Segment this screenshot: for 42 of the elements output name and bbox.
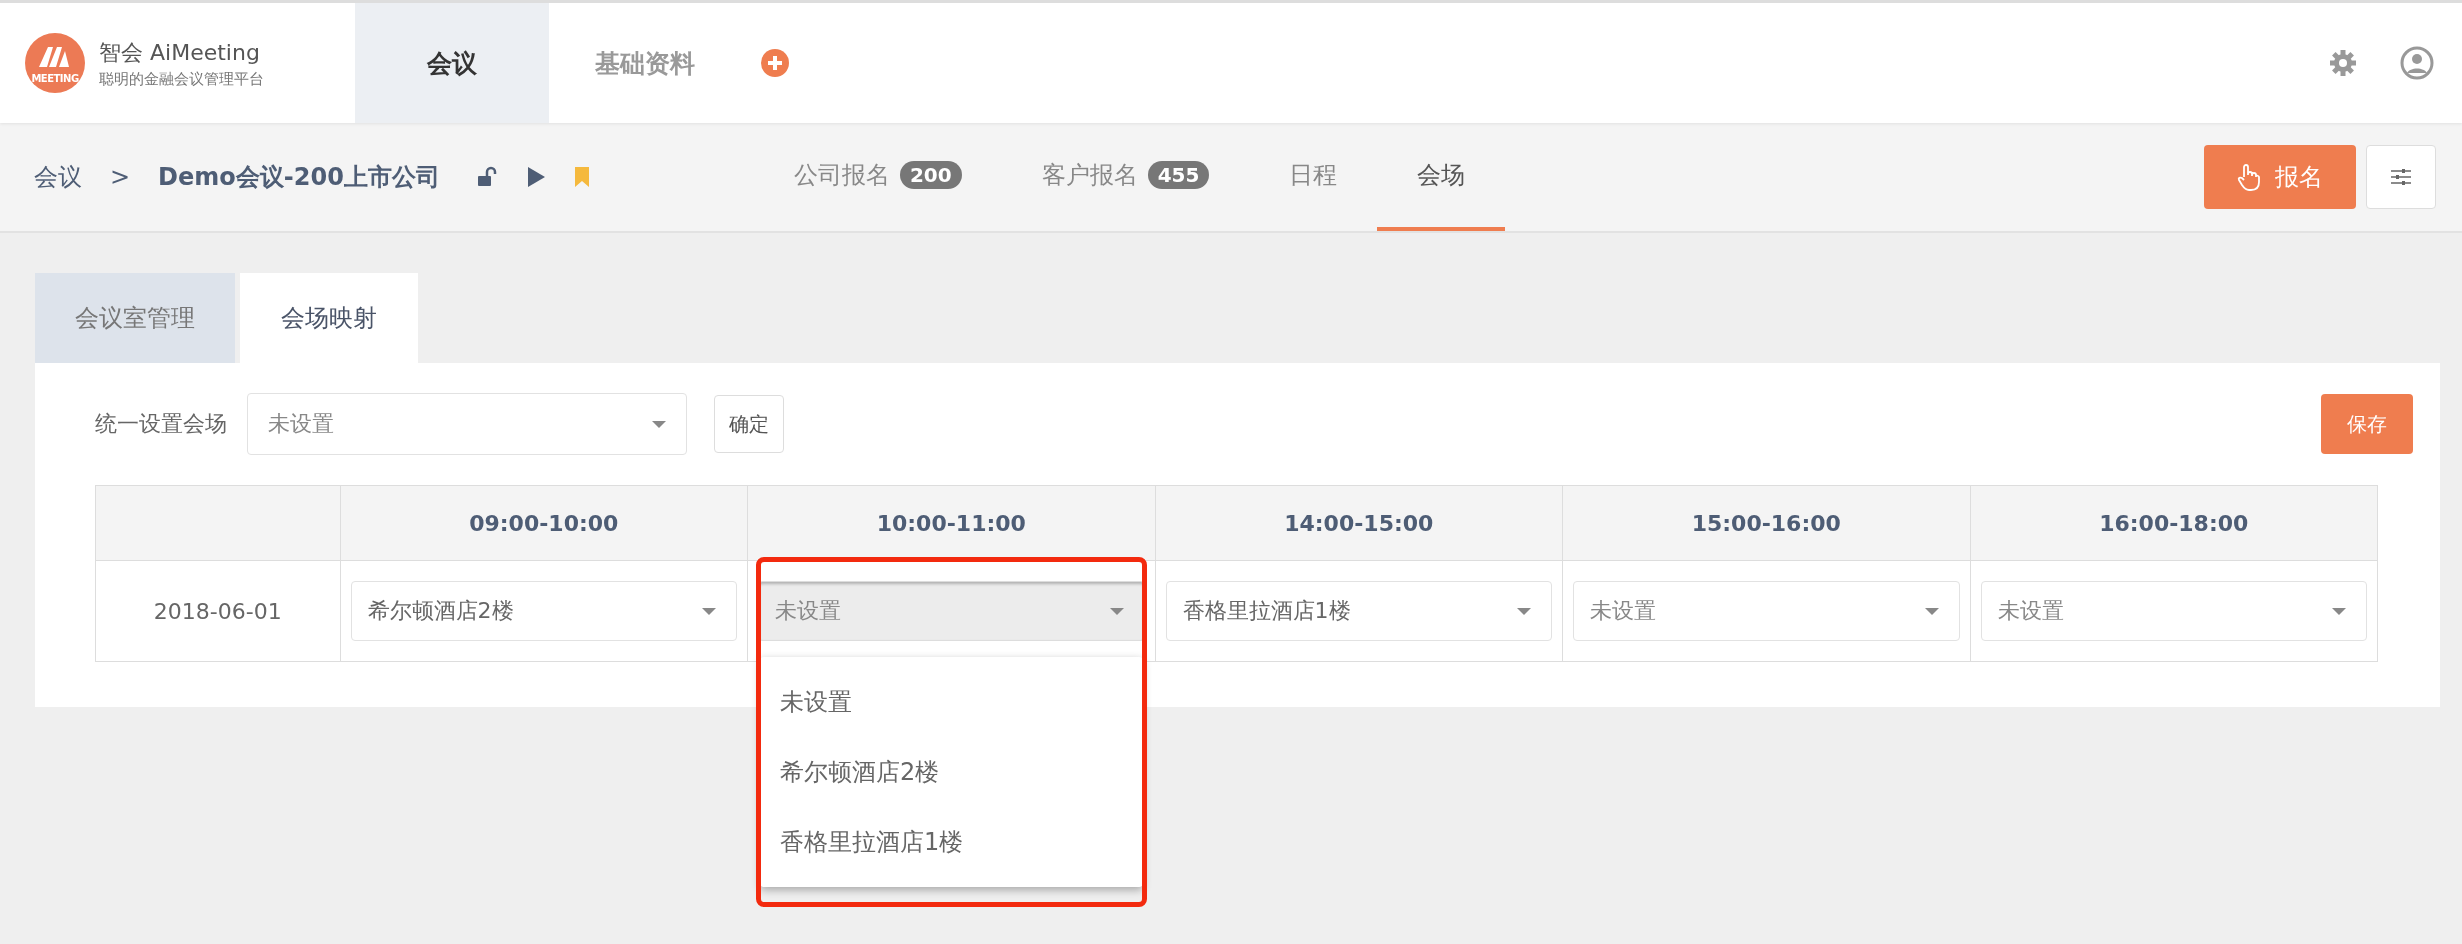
logo-icon: MEETING <box>25 33 85 93</box>
settings-icon[interactable] <box>2328 48 2358 78</box>
add-icon[interactable] <box>761 49 789 77</box>
hand-pointer-icon <box>2237 163 2261 191</box>
section-tab[interactable]: 会场 <box>1377 123 1506 231</box>
field-label: 统一设置会场 <box>95 410 227 438</box>
venue-select[interactable]: 香格里拉酒店1楼 <box>1165 581 1552 641</box>
user-icon[interactable] <box>2400 46 2434 80</box>
dropdown-option[interactable]: 希尔顿酒店2楼 <box>760 737 1143 807</box>
bookmark-icon[interactable] <box>573 166 590 188</box>
signup-button[interactable]: 报名 <box>2204 145 2356 209</box>
dropdown-option[interactable]: 未设置 <box>760 667 1143 737</box>
section-tab[interactable]: 日程 <box>1249 123 1378 231</box>
venue-select[interactable]: 未设置 <box>247 393 687 455</box>
meeting-title: Demo会议-200上市公司 <box>158 162 440 193</box>
venue-select[interactable]: 未设置 <box>1573 581 1960 641</box>
breadcrumb-separator: > <box>110 163 131 191</box>
venue-select[interactable]: 希尔顿酒店2楼 <box>350 581 738 641</box>
nav-tab[interactable]: 基础资料 <box>549 3 741 123</box>
date-cell: 2018-06-01 <box>95 560 341 662</box>
brand-name: 智会 AiMeeting <box>99 38 261 67</box>
play-icon[interactable] <box>525 166 546 188</box>
column-header: 09:00-10:00 <box>340 485 748 561</box>
unlock-icon[interactable] <box>475 166 498 188</box>
venue-select[interactable]: 未设置 <box>1980 581 2367 641</box>
section-tab[interactable]: 公司报名 200 <box>753 123 1002 231</box>
nav-tab[interactable]: 会议 <box>355 3 549 123</box>
column-header: 14:00-15:00 <box>1155 485 1563 561</box>
confirm-button[interactable]: 确定 <box>714 395 784 453</box>
section-tab[interactable]: 客户报名 455 <box>1001 123 1250 231</box>
panel-tab[interactable]: 会场映射 <box>240 273 418 363</box>
column-header: 16:00-18:00 <box>1970 485 2378 561</box>
column-header: 15:00-16:00 <box>1562 485 1970 561</box>
column-header: 10:00-11:00 <box>747 485 1156 561</box>
breadcrumb-link[interactable]: 会议 <box>34 161 82 193</box>
save-button[interactable]: 保存 <box>2321 394 2413 454</box>
brand-tagline: 聪明的金融会议管理平台 <box>99 69 264 89</box>
panel-tab[interactable]: 会议室管理 <box>35 273 235 363</box>
dropdown-option[interactable]: 香格里拉酒店1楼 <box>760 807 1143 877</box>
venue-select[interactable]: 未设置 <box>758 581 1145 641</box>
sliders-icon <box>2390 167 2412 187</box>
filter-button[interactable] <box>2366 145 2436 209</box>
